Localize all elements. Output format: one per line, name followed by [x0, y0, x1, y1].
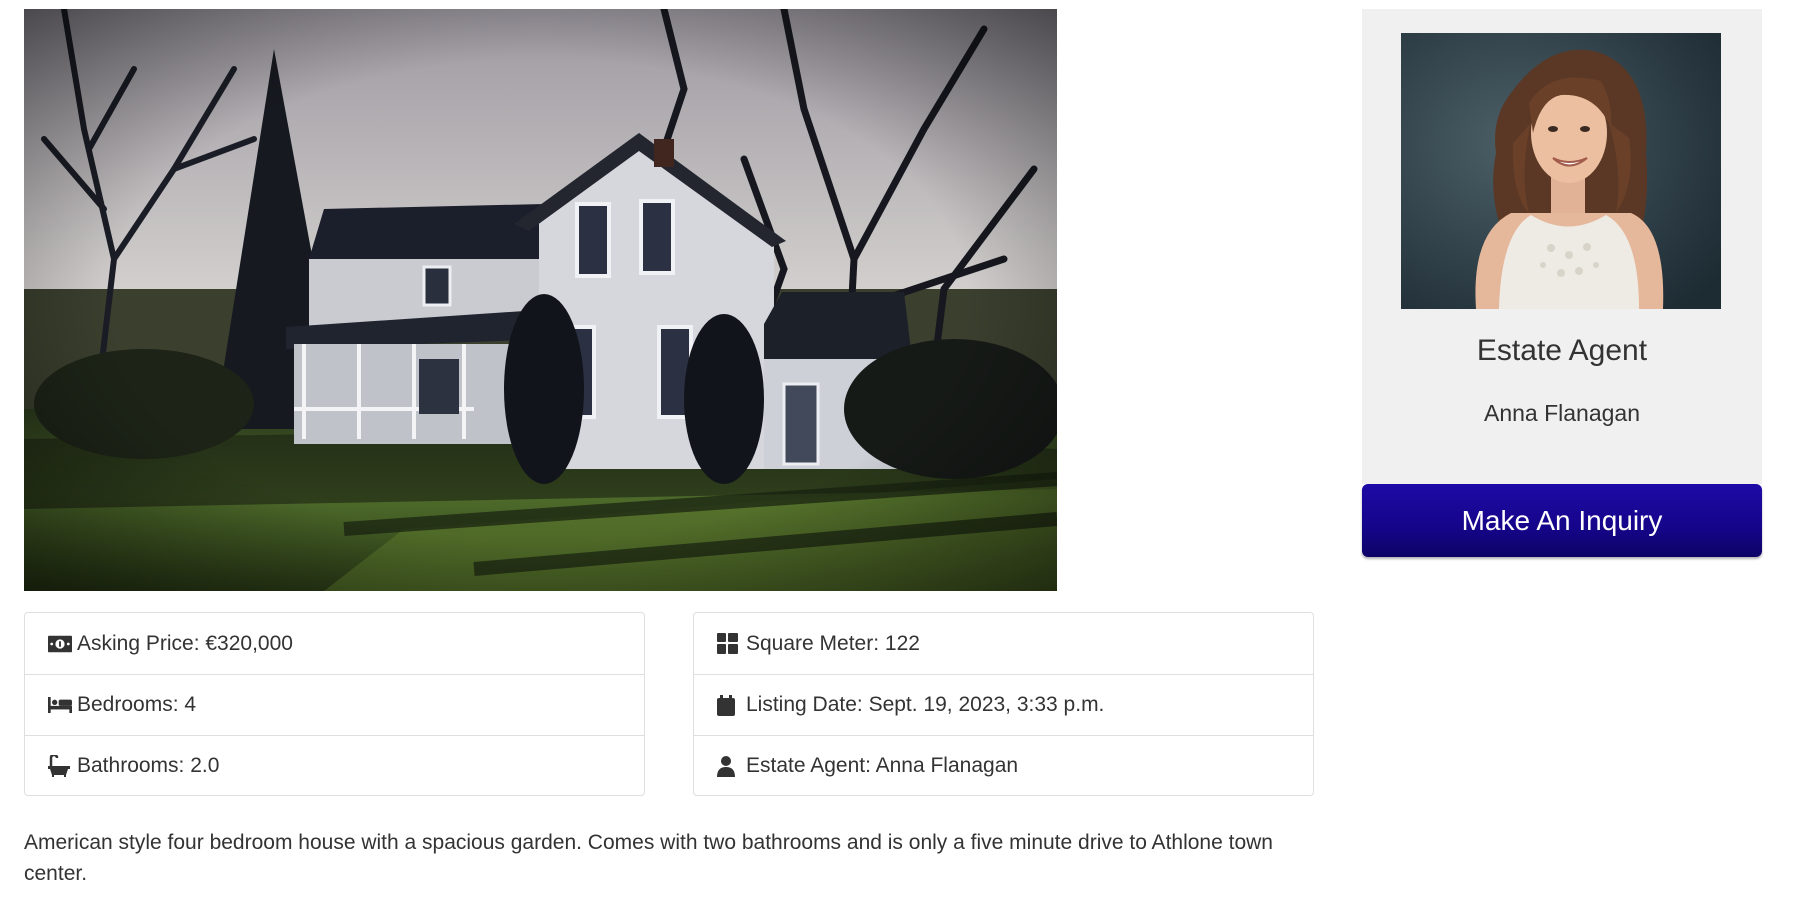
bedrooms-row: Bedrooms: 4: [25, 674, 644, 735]
property-photo: [24, 9, 1057, 591]
bathrooms-label: Bathrooms: 2.0: [77, 754, 220, 777]
estate-agent-label: Estate Agent: Anna Flanagan: [746, 754, 1019, 777]
calendar-icon: [717, 694, 741, 716]
property-details-card-right: Square Meter: 122 Listing Date: Sept. 19…: [693, 612, 1314, 796]
make-inquiry-button[interactable]: Make An Inquiry: [1362, 484, 1762, 557]
square-meter-label: Square Meter: 122: [746, 631, 920, 655]
property-detail-page: Asking Price: €320,000 Bedrooms: 4 Bathr…: [0, 0, 1797, 897]
listing-date-label: Listing Date: Sept. 19, 2023, 3:33 p.m.: [746, 693, 1105, 716]
grid-icon: [717, 633, 741, 654]
agent-role-heading: Estate Agent: [1476, 334, 1648, 367]
house-illustration: [24, 9, 1057, 591]
agent-name: Anna Flanagan: [1483, 400, 1640, 426]
estate-agent-row: Estate Agent: Anna Flanagan: [694, 735, 1313, 796]
agent-photo: [1401, 33, 1721, 309]
listing-date-row: Listing Date: Sept. 19, 2023, 3:33 p.m.: [694, 674, 1313, 735]
asking-price-row: Asking Price: €320,000: [25, 613, 644, 674]
property-details-card-left: Asking Price: €320,000 Bedrooms: 4 Bathr…: [24, 612, 645, 796]
property-description: American style four bedroom house with a…: [24, 831, 1273, 885]
bedrooms-label: Bedrooms: 4: [77, 693, 197, 716]
bath-icon: [48, 755, 72, 777]
agent-panel: Estate Agent Anna Flanagan: [1362, 9, 1762, 484]
asking-price-label: Asking Price: €320,000: [77, 631, 293, 655]
bed-icon: [48, 696, 72, 714]
agent-portrait-illustration: [1401, 33, 1721, 309]
money-bill-icon: [48, 635, 72, 653]
bathrooms-row: Bathrooms: 2.0: [25, 735, 644, 796]
square-meter-row: Square Meter: 122: [694, 613, 1313, 674]
user-icon: [717, 755, 741, 777]
